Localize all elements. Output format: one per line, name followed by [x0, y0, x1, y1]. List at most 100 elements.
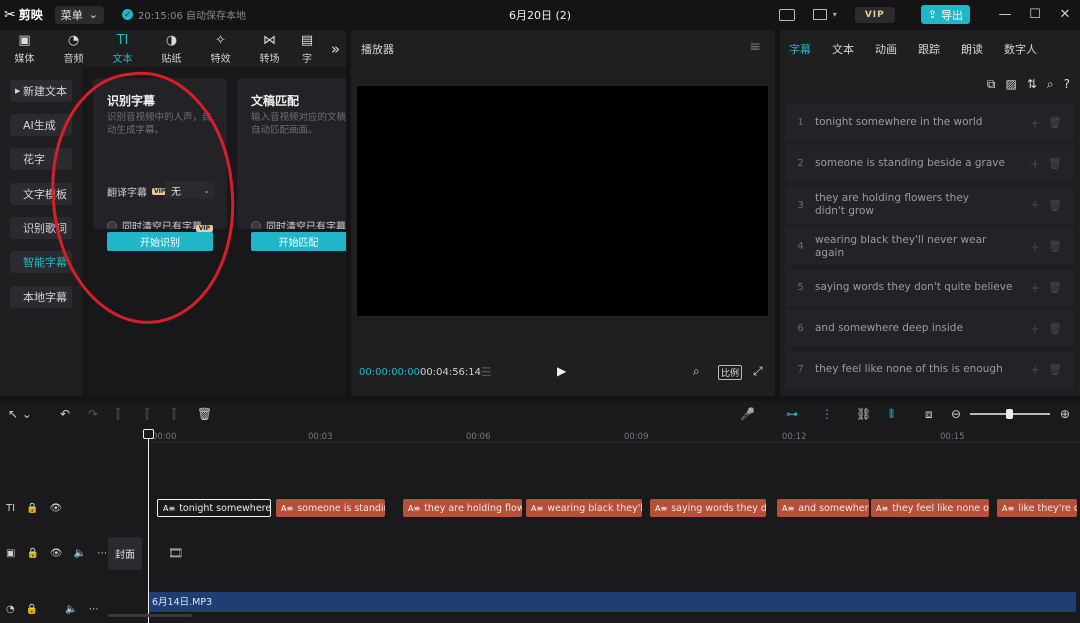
playhead-handle[interactable]	[143, 429, 154, 439]
undo-icon[interactable]: ↶	[60, 407, 70, 421]
tab-audio[interactable]: ◔ 音频	[49, 30, 98, 67]
tab-subtitle[interactable]: 字幕	[789, 41, 811, 57]
lock-icon[interactable]: 🔒	[26, 548, 38, 559]
microphone-icon[interactable]: 🎤	[740, 407, 755, 421]
subtitle-clip[interactable]: A≡ like they're doi	[997, 499, 1077, 517]
subtitle-text[interactable]: someone is standing beside a grave	[815, 157, 1015, 170]
nav-recognize-lyrics[interactable]: 识别歌词	[10, 217, 72, 239]
auto-snap-icon[interactable]: ⋮	[821, 407, 833, 421]
trash-icon[interactable]: 🗑	[1048, 157, 1062, 170]
vip-button[interactable]: VIP	[854, 6, 895, 23]
subtitle-row[interactable]: 5 saying words they don't quite believe …	[786, 269, 1074, 306]
tab-caption[interactable]: ▤ 字	[294, 30, 320, 67]
subtitle-clip[interactable]: A≡ saying words they don't	[650, 499, 766, 517]
layout-button[interactable]: ▾	[812, 9, 837, 20]
export-button[interactable]: ⇪ 导出	[920, 5, 970, 24]
eye-icon[interactable]: 👁	[50, 503, 63, 514]
nav-local-subtitle[interactable]: 本地字幕	[10, 286, 72, 308]
trash-icon[interactable]: 🗑	[1048, 116, 1062, 129]
clear-existing-option[interactable]: 同时清空已有字幕	[107, 218, 202, 229]
waveform-icon[interactable]: ☰	[481, 365, 492, 379]
plus-icon[interactable]: +	[1030, 157, 1040, 171]
subtitle-clip[interactable]: A≡ they feel like none of thi	[871, 499, 989, 517]
plus-icon[interactable]: +	[1030, 116, 1040, 130]
subtitle-clip[interactable]: A≡ and somewhere d	[777, 499, 869, 517]
help-icon[interactable]: ?	[1064, 77, 1070, 92]
subtitle-row[interactable]: 7 they feel like none of this is enough …	[786, 351, 1074, 388]
lock-icon[interactable]: 🔒	[26, 604, 38, 615]
subtitle-text[interactable]: they are holding flowers they didn't gro…	[815, 192, 1000, 218]
delete-icon[interactable]: 🗑	[197, 407, 212, 421]
tab-transition[interactable]: ⋈ 转场	[245, 30, 294, 67]
plus-icon[interactable]: +	[1030, 240, 1040, 254]
timeline-scrollbar[interactable]	[108, 614, 192, 617]
subtitle-text[interactable]: and somewhere deep inside	[815, 322, 1015, 335]
subtitle-row[interactable]: 6 and somewhere deep inside + 🗑	[786, 310, 1074, 347]
nav-new-text[interactable]: ▶ 新建文本	[10, 80, 72, 102]
preview-axis-icon[interactable]: ⫴	[889, 407, 894, 422]
maximize-button[interactable]: ☐	[1020, 7, 1050, 22]
subtitle-row[interactable]: 1 tonight somewhere in the world + 🗑	[786, 104, 1074, 141]
video-preview[interactable]	[357, 86, 768, 316]
tab-text[interactable]: 文本	[832, 41, 854, 57]
subtitle-clip[interactable]: A≡ tonight somewhere in	[157, 499, 271, 517]
shortcut-icon[interactable]	[778, 8, 795, 21]
cover-button[interactable]: 封面	[108, 537, 142, 570]
subtitle-row[interactable]: 3 they are holding flowers they didn't g…	[786, 186, 1074, 224]
sort-icon[interactable]: ⇅	[1027, 77, 1037, 92]
trash-icon[interactable]: 🗑	[1048, 363, 1062, 376]
zoom-fit-icon[interactable]: ⌕	[693, 364, 700, 379]
nav-text-template[interactable]: 文字模板	[10, 183, 72, 205]
subtitle-clip[interactable]: A≡ wearing black they'll ne	[526, 499, 642, 517]
search-replace-icon[interactable]: ⌕	[1047, 77, 1054, 92]
fullscreen-icon[interactable]: ⤢	[753, 364, 763, 379]
plus-icon[interactable]: +	[1030, 363, 1040, 377]
subtitle-copy-icon[interactable]: ⧉	[987, 77, 996, 92]
plus-icon[interactable]: +	[1030, 322, 1040, 336]
close-button[interactable]: ✕	[1050, 7, 1080, 22]
trash-icon[interactable]: 🗑	[1048, 322, 1062, 335]
tab-read-aloud[interactable]: 朗读	[961, 41, 983, 57]
subtitle-clip[interactable]: A≡ they are holding flowers	[403, 499, 522, 517]
speaker-icon[interactable]: 🔈	[74, 548, 86, 559]
screenshot-icon[interactable]: ⧈	[925, 407, 933, 422]
subtitle-text[interactable]: they feel like none of this is enough	[815, 363, 1015, 376]
checkbox[interactable]	[107, 220, 117, 229]
trash-icon[interactable]: 🗑	[1048, 281, 1062, 294]
tab-tracking[interactable]: 跟踪	[918, 41, 940, 57]
tab-sticker[interactable]: ◑ 贴纸	[147, 30, 196, 67]
nav-smart-subtitle[interactable]: 智能字幕	[10, 251, 72, 273]
clear-existing-option[interactable]: 同时清空已有字幕	[251, 218, 346, 229]
tab-text[interactable]: TI 文本	[98, 30, 147, 67]
lock-icon[interactable]: 🔒	[26, 503, 38, 514]
tab-digital-human[interactable]: 数字人	[1004, 41, 1037, 57]
tab-effects[interactable]: ✧ 特效	[196, 30, 245, 67]
subtitle-text[interactable]: wearing black they'll never wear again	[815, 234, 1015, 260]
play-icon[interactable]: ▶	[557, 364, 566, 378]
main-track-magnet-icon[interactable]: ⊶	[786, 407, 798, 421]
subtitle-text[interactable]: tonight somewhere in the world	[815, 116, 1015, 129]
hamburger-icon[interactable]: ≡	[749, 39, 761, 55]
more-icon[interactable]: ⋯	[89, 604, 99, 615]
minimize-button[interactable]: —	[990, 7, 1020, 22]
subtitle-clip[interactable]: A≡ someone is standing b	[276, 499, 385, 517]
start-match-button[interactable]: 开始匹配	[251, 232, 346, 251]
translate-select[interactable]: 无 ⌄	[165, 181, 215, 199]
subtitle-row[interactable]: 2 someone is standing beside a grave + 🗑	[786, 145, 1074, 182]
zoom-in-icon[interactable]: ⊕	[1060, 407, 1070, 421]
select-cursor-icon[interactable]: ↖ ⌄	[8, 407, 32, 421]
subtitle-row[interactable]: 4 wearing black they'll never wear again…	[786, 228, 1074, 265]
eye-icon[interactable]: 👁	[50, 548, 63, 559]
plus-icon[interactable]: +	[1030, 198, 1040, 212]
plus-icon[interactable]: +	[1030, 281, 1040, 295]
link-icon[interactable]: ⛓	[856, 407, 871, 421]
menu-button[interactable]: 菜单 ⌄	[54, 5, 104, 24]
tab-media[interactable]: ▣ 媒体	[0, 30, 49, 67]
nav-fancy-text[interactable]: 花字	[10, 148, 72, 170]
trash-icon[interactable]: 🗑	[1048, 240, 1062, 253]
time-ruler[interactable]: 00:00 00:03 00:06 00:09 00:12 00:15	[148, 429, 1080, 443]
zoom-slider-handle[interactable]	[1006, 409, 1013, 419]
more-icon[interactable]: ⋯	[97, 548, 107, 559]
nav-ai-generate[interactable]: AI生成	[10, 114, 72, 136]
speaker-icon[interactable]: 🔈	[65, 604, 77, 615]
